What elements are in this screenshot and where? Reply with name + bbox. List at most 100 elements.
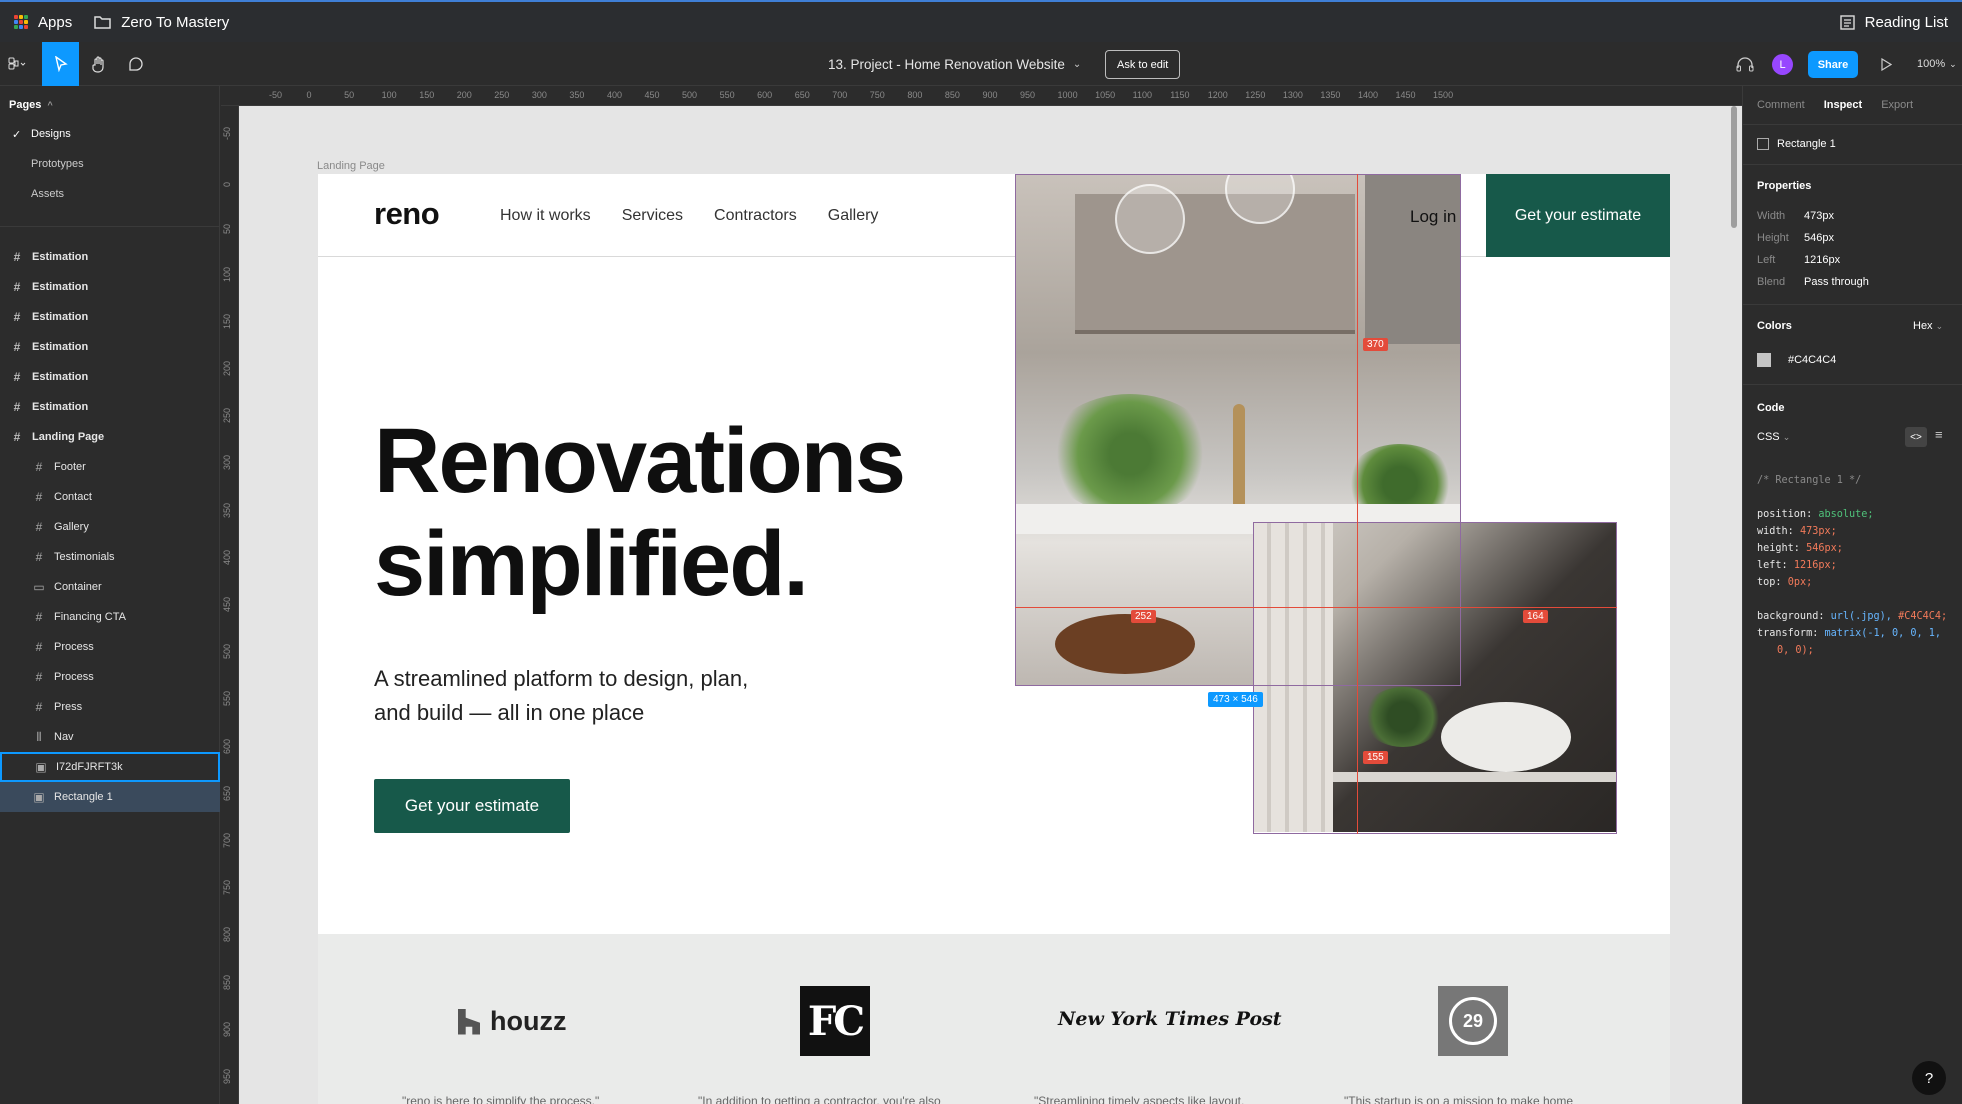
frame-label[interactable]: Landing Page: [317, 160, 385, 172]
pages-header[interactable]: Pages ^: [9, 99, 53, 111]
layer-item[interactable]: # Estimation: [0, 362, 220, 392]
property-value[interactable]: 546px: [1804, 232, 1834, 244]
ruler-tick-label: 400: [222, 549, 232, 565]
property-value[interactable]: 1216px: [1804, 254, 1840, 266]
property-left: Left 1216px: [1757, 254, 1840, 266]
ruler-tick-label: -50: [222, 126, 232, 140]
layer-item[interactable]: # Gallery: [0, 512, 220, 542]
nav-gallery[interactable]: Gallery: [828, 207, 879, 225]
press-quote: "This startup is on a mission to make ho…: [1344, 1094, 1574, 1104]
layer-label: Rectangle 1: [54, 791, 113, 803]
color-swatch[interactable]: [1757, 353, 1771, 367]
code-token: background:: [1757, 611, 1825, 622]
nav-contractors[interactable]: Contractors: [714, 207, 797, 225]
layer-item[interactable]: # Estimation: [0, 242, 220, 272]
design-canvas[interactable]: -50 0 50 100 150 200 250 300 350 400 450 500 550 600 6…: [221, 86, 1742, 1104]
code-line: width: 473px;: [1757, 523, 1947, 540]
ruler-tick-label: 1250: [1245, 90, 1266, 100]
property-blend: Blend Pass through: [1757, 276, 1869, 288]
frame-icon: #: [13, 310, 21, 324]
layer-item[interactable]: # Process: [0, 632, 220, 662]
hero-title-line: Renovations: [374, 410, 906, 512]
page-prototypes[interactable]: Prototypes: [31, 158, 84, 170]
css-code-block[interactable]: /* Rectangle 1 */ position: absolute; wid…: [1757, 472, 1947, 659]
color-hex-value[interactable]: #C4C4C4: [1788, 354, 1836, 366]
layer-item[interactable]: ▣ Rectangle 1: [0, 782, 220, 812]
frame-icon: #: [35, 670, 43, 684]
houzz-logo-text: houzz: [490, 1006, 567, 1036]
layer-item[interactable]: # Financing CTA: [0, 602, 220, 632]
tab-comment[interactable]: Comment: [1757, 99, 1805, 111]
hero-estimate-button[interactable]: Get your estimate: [374, 779, 570, 833]
nav-services[interactable]: Services: [622, 207, 683, 225]
list-view-icon[interactable]: ≡: [1935, 427, 1943, 442]
canvas-scrollbar[interactable]: [1731, 106, 1737, 228]
layer-item[interactable]: # Footer: [0, 452, 220, 482]
layer-item[interactable]: ⫴ Nav: [0, 722, 220, 752]
help-button[interactable]: ?: [1912, 1061, 1946, 1095]
layer-item[interactable]: ▭ Container: [0, 572, 220, 602]
frame-icon: #: [13, 430, 21, 444]
chevron-down-icon: ⌄: [1072, 58, 1082, 70]
nav-estimate-button[interactable]: Get your estimate: [1486, 174, 1670, 257]
page-assets[interactable]: Assets: [31, 188, 64, 200]
code-token: transform:: [1757, 628, 1819, 639]
property-value[interactable]: 473px: [1804, 210, 1834, 222]
apps-bookmark[interactable]: Apps: [14, 14, 72, 31]
move-tool-button[interactable]: [42, 42, 79, 86]
layer-item[interactable]: # Estimation: [0, 302, 220, 332]
share-button[interactable]: Share: [1808, 51, 1858, 78]
frame-icon: #: [35, 640, 43, 654]
layer-label: Financing CTA: [54, 611, 126, 623]
comment-tool-button[interactable]: [122, 42, 150, 86]
layer-item[interactable]: # Estimation: [0, 332, 220, 362]
ruler-tick-label: 200: [222, 360, 232, 376]
hero-title-line: simplified.: [374, 513, 809, 615]
code-line: 0, 0);: [1757, 642, 1947, 659]
page-designs[interactable]: Designs: [31, 128, 71, 140]
hood-shape: [1365, 174, 1461, 344]
login-link[interactable]: Log in: [1410, 207, 1456, 227]
hand-tool-button[interactable]: [85, 42, 113, 86]
code-view-icon[interactable]: <>: [1905, 427, 1927, 447]
image-layer-icon: ▣: [35, 760, 47, 774]
audio-button[interactable]: [1734, 42, 1756, 86]
layer-item[interactable]: # Contact: [0, 482, 220, 512]
tab-inspect[interactable]: Inspect: [1824, 99, 1863, 111]
nav-how-it-works[interactable]: How it works: [500, 207, 591, 225]
nav-divider: [318, 256, 1670, 257]
layer-item[interactable]: # Process: [0, 662, 220, 692]
ruler-tick-label: 300: [222, 455, 232, 471]
layer-item[interactable]: # Landing Page: [0, 422, 220, 452]
layer-item[interactable]: ▣ I72dFJRFT3k: [0, 752, 220, 782]
color-format-dropdown[interactable]: Hex ⌄: [1913, 320, 1943, 332]
landing-page-frame[interactable]: reno How it works Services Contractors G…: [318, 174, 1670, 1104]
layer-label: Footer: [54, 461, 86, 473]
pendant-light-shape: [1115, 184, 1185, 254]
layer-item[interactable]: # Press: [0, 692, 220, 722]
property-value[interactable]: Pass through: [1804, 276, 1869, 288]
colors-header: Colors: [1757, 320, 1792, 332]
code-line: left: 1216px;: [1757, 557, 1947, 574]
ask-to-edit-button[interactable]: Ask to edit: [1105, 50, 1181, 79]
reading-list-label: Reading List: [1864, 13, 1948, 31]
layer-item[interactable]: # Estimation: [0, 272, 220, 302]
frame-icon: #: [13, 400, 21, 414]
tab-export[interactable]: Export: [1881, 99, 1913, 111]
code-blank: [1757, 489, 1947, 506]
ruler-tick-label: 750: [222, 880, 232, 896]
layer-item[interactable]: # Estimation: [0, 392, 220, 422]
main-menu-button[interactable]: [0, 42, 34, 86]
stool-shape: [1055, 614, 1195, 674]
bathroom-image[interactable]: [1253, 522, 1617, 832]
reading-list-button[interactable]: Reading List: [1839, 2, 1948, 42]
layer-item[interactable]: # Testimonials: [0, 542, 220, 572]
file-title-dropdown[interactable]: 13. Project - Home Renovation Website ⌄: [828, 42, 1081, 86]
zoom-dropdown[interactable]: 100% ⌄: [1917, 42, 1957, 86]
bookmark-folder-zero-to-mastery[interactable]: Zero To Mastery: [94, 14, 229, 31]
code-language-dropdown[interactable]: CSS ⌄: [1757, 431, 1790, 443]
user-avatar[interactable]: L: [1772, 54, 1793, 75]
code-line: /* Rectangle 1 */: [1757, 472, 1947, 489]
layer-label: Estimation: [32, 401, 89, 413]
present-button[interactable]: [1876, 42, 1896, 86]
